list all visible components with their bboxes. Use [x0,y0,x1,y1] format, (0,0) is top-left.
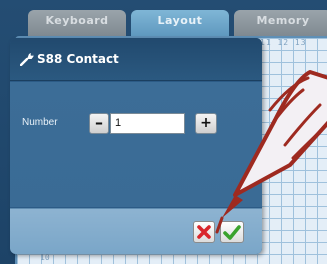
ok-button[interactable] [220,221,244,243]
s88-contact-dialog: S88 Contact Number – 1 + ? [10,38,262,254]
increment-button[interactable]: + [195,113,217,134]
number-label: Number [22,117,58,128]
dialog-title: S88 Contact [37,52,119,66]
tab-layout[interactable]: Layout [131,10,229,38]
grid-ruler-top: 11 12 13 [260,38,307,47]
decrement-button[interactable]: – [89,113,109,134]
dialog-header: S88 Contact [10,38,262,81]
ok-check-icon [223,225,241,240]
number-input[interactable]: 1 [110,113,185,134]
app-window: Keyboard Layout Memory 11 12 13 10 S88 C… [0,0,327,264]
cancel-x-icon [197,225,211,239]
tab-keyboard[interactable]: Keyboard [28,10,126,38]
cancel-button[interactable] [193,221,215,243]
dialog-footer [10,208,262,254]
grid-ruler-bottom: 10 [40,253,50,262]
wrench-icon [20,53,34,66]
dialog-body: Number – 1 + ? [10,82,262,230]
tab-memory[interactable]: Memory [234,10,327,38]
